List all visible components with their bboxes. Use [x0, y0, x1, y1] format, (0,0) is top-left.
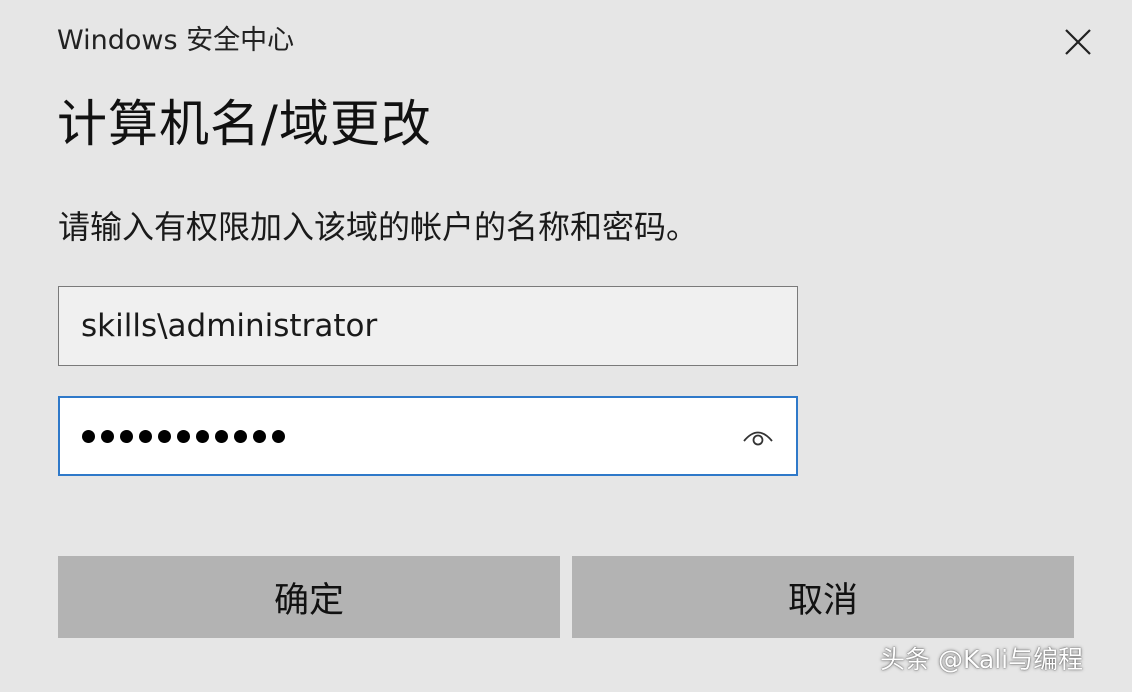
- eye-icon: [743, 431, 773, 446]
- password-dot: [234, 429, 247, 443]
- username-value: skills\administrator: [81, 308, 378, 344]
- password-dot: [196, 429, 209, 443]
- cancel-button[interactable]: 取消: [572, 556, 1074, 638]
- password-dot: [177, 429, 190, 443]
- close-icon: [1065, 29, 1091, 55]
- password-dot: [101, 429, 114, 443]
- password-dot: [158, 429, 171, 443]
- password-dot: [120, 429, 133, 443]
- password-dot: [272, 429, 285, 443]
- password-dot: [82, 429, 95, 443]
- app-title: Windows 安全中心: [57, 25, 295, 56]
- watermark: 头条 @Kali与编程: [880, 645, 1084, 674]
- password-dot: [139, 429, 152, 443]
- credentials-prompt: 请输入有权限加入该域的帐户的名称和密码。: [58, 208, 699, 246]
- dialog-title: 计算机名/域更改: [57, 95, 432, 153]
- ok-button[interactable]: 确定: [58, 556, 560, 638]
- password-mask: [82, 429, 285, 443]
- reveal-password-button[interactable]: [740, 422, 776, 452]
- password-dot: [215, 429, 228, 443]
- password-field[interactable]: [58, 396, 798, 476]
- username-field[interactable]: skills\administrator: [58, 286, 798, 366]
- close-button[interactable]: [1058, 22, 1098, 62]
- password-dot: [253, 429, 266, 443]
